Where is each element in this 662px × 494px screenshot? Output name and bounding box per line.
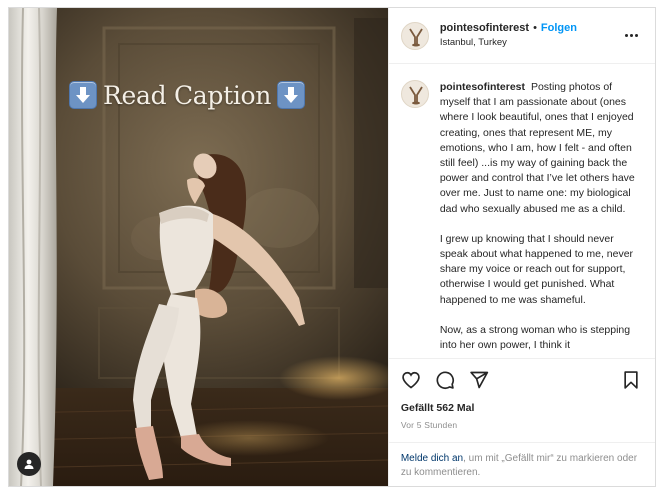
caption-area: pointesofinterest Posting photos of myse… (389, 64, 655, 358)
caption-paragraph: Now, as a strong woman who is stepping i… (439, 323, 631, 352)
likes-count[interactable]: Gefällt 562 Mal (389, 402, 655, 414)
post-header: pointesofinterest • Folgen Istanbul, Turke… (388, 8, 655, 64)
separator-dot: • (533, 21, 537, 34)
down-arrow-icon (69, 81, 97, 109)
instagram-post: Read Caption pointesofinterest • Folgen … (8, 7, 656, 487)
user-tag-icon (24, 459, 34, 469)
caption-text: pointesofinterest Posting photos of myse… (440, 80, 640, 358)
avatar[interactable] (400, 80, 429, 108)
login-prompt: Melde dich an, um mit „Gefällt mir“ zu m… (388, 442, 655, 486)
user-tags-button[interactable] (17, 452, 41, 476)
caption-paragraph-text: Posting photos of myself that I am passi… (439, 81, 635, 215)
avatar[interactable] (400, 21, 429, 50)
dancer-logo-icon (409, 28, 423, 46)
caption-username[interactable]: pointesofinterest (440, 81, 525, 93)
paper-plane-icon[interactable] (469, 370, 489, 390)
caption-paragraph: I grew up knowing that I should never sp… (439, 232, 634, 306)
follow-button[interactable]: Folgen (541, 22, 577, 34)
caption-paragraph: pointesofinterest Posting photos of myse… (440, 80, 640, 217)
location-link[interactable]: Istanbul, Turkey (440, 37, 577, 49)
read-caption-banner: Read Caption (69, 78, 309, 112)
login-link[interactable]: Melde dich an (401, 453, 463, 464)
bookmark-icon[interactable] (621, 370, 641, 390)
comment-icon[interactable] (435, 370, 455, 390)
header-username[interactable]: pointesofinterest (440, 22, 529, 34)
action-bar (388, 358, 655, 400)
post-timestamp[interactable]: Vor 5 Stunden (389, 420, 655, 430)
post-side-panel: pointesofinterest • Folgen Istanbul, Turke… (387, 8, 655, 486)
heart-icon[interactable] (401, 370, 421, 390)
post-photo[interactable]: Read Caption (9, 8, 388, 486)
dancer-logo-icon (409, 86, 423, 105)
more-options-icon[interactable] (625, 30, 641, 40)
banner-text: Read Caption (103, 80, 272, 110)
down-arrow-icon (277, 81, 306, 109)
